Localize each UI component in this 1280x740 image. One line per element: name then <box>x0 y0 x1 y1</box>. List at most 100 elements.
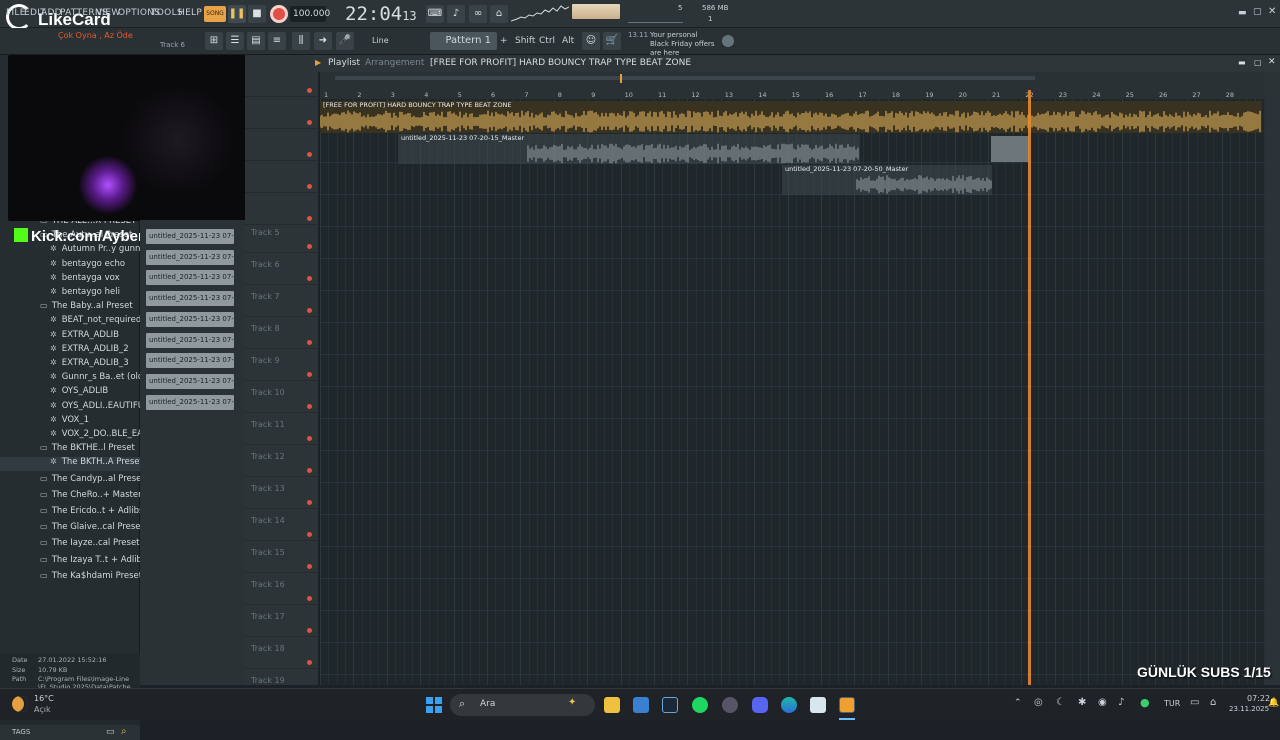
track-header[interactable]: Track 8 <box>245 317 318 349</box>
browser-preset[interactable]: ✲ bentayga vox <box>0 273 140 287</box>
menu-add[interactable]: ADD <box>41 8 62 18</box>
clip-source-item[interactable]: untitled_2025-11-23 07-... <box>146 311 234 327</box>
browser-preset[interactable]: ✲ VOX_1 <box>0 415 140 429</box>
track-mute-led-icon[interactable] <box>307 308 312 313</box>
browser-preset[interactable]: ✲ EXTRA_ADLIB_2 <box>0 344 140 358</box>
mixer-icon[interactable]: ⫼ <box>292 32 310 50</box>
browser-folder[interactable]: ▭ The Candyp..al Preset <box>0 474 140 488</box>
notepad-icon[interactable] <box>810 697 826 713</box>
ctrl-button[interactable]: Ctrl <box>539 36 555 46</box>
track-mute-led-icon[interactable] <box>307 660 312 665</box>
clip-source-item[interactable]: untitled_2025-11-23 07-... <box>146 394 234 410</box>
loop-record-icon[interactable]: ∞ <box>469 5 487 23</box>
audio-clip-fragment[interactable] <box>991 136 1029 162</box>
clip-source-item[interactable]: untitled_2025-11-23 07-... <box>146 291 234 307</box>
windows-start-icon[interactable] <box>426 697 442 713</box>
track-mute-led-icon[interactable] <box>307 88 312 93</box>
weather-desc[interactable]: Açık <box>34 705 51 714</box>
clip-source-item[interactable]: untitled_2025-11-23 07-... <box>146 373 234 389</box>
pl-maximize-icon[interactable]: ▢ <box>1254 58 1262 67</box>
stop-button[interactable]: ■ <box>248 5 266 23</box>
clip-source-item[interactable]: untitled_2025-11-23 07-... <box>146 353 234 369</box>
display-icon[interactable]: ▭ <box>1190 697 1199 708</box>
language-indicator[interactable]: TUR <box>1164 699 1180 708</box>
tray-app-icon[interactable]: ✱ <box>1078 697 1086 708</box>
track-header[interactable] <box>245 129 318 161</box>
track-header[interactable]: Track 15 <box>245 541 318 573</box>
tray-clock-time[interactable]: 07:22 <box>1247 694 1270 703</box>
steam-tray-icon[interactable]: ◉ <box>1098 697 1107 708</box>
track-header[interactable] <box>245 97 318 129</box>
browser-folder[interactable]: ▭ The Glaive..cal Preset <box>0 522 140 536</box>
track-header[interactable] <box>245 161 318 193</box>
track-mute-led-icon[interactable] <box>307 120 312 125</box>
track-mute-led-icon[interactable] <box>307 184 312 189</box>
clip-source-item[interactable]: untitled_2025-11-23 07-... <box>146 249 234 265</box>
browser-folder[interactable]: ▭ The Iayze..cal Preset <box>0 538 140 552</box>
overview-strip[interactable] <box>335 76 1035 80</box>
browser-preset[interactable]: ✲ Autumn Pr..y gunnr) <box>0 244 140 258</box>
search-icon[interactable]: ⌕ <box>121 726 127 737</box>
maximize-icon[interactable]: ▢ <box>1253 7 1262 17</box>
track-mute-led-icon[interactable] <box>307 340 312 345</box>
add-pattern-icon[interactable]: + <box>500 36 508 46</box>
snap-icon[interactable]: ⊞ <box>205 32 223 50</box>
project-name[interactable]: [FREE FOR PROFIT] HARD BOUNCY TRAP TYPE … <box>430 58 691 68</box>
track-header[interactable]: Track 7 <box>245 285 318 317</box>
audio-clip-main[interactable]: [FREE FOR PROFIT] HARD BOUNCY TRAP TYPE … <box>320 101 1262 133</box>
channel-rack-icon[interactable]: ≡ <box>268 32 286 50</box>
typing-keyboard-icon[interactable]: ⌨ <box>426 5 444 23</box>
microphone-icon[interactable]: 🎤 <box>336 32 354 50</box>
smile-icon[interactable]: ☺ <box>582 32 600 50</box>
track-mute-led-icon[interactable] <box>307 628 312 633</box>
step-edit-icon[interactable]: ♪ <box>447 5 465 23</box>
pause-button[interactable]: ❚❚ <box>228 5 246 23</box>
tray-app-icon[interactable]: ☾ <box>1056 697 1065 708</box>
audio-clip-recording-1[interactable]: untitled_2025-11-23 07-20-15_Master <box>398 134 860 164</box>
track-header[interactable]: Track 5 <box>245 221 318 253</box>
file-explorer-icon[interactable] <box>604 697 620 713</box>
browser-preset[interactable]: ✲ The BKTH..A Preset <box>0 457 140 472</box>
discord-icon[interactable] <box>752 697 768 713</box>
vertical-scrollbar[interactable] <box>1265 72 1280 685</box>
volume-icon[interactable]: ♪ <box>1118 697 1124 708</box>
track-mute-led-icon[interactable] <box>307 152 312 157</box>
pl-minimize-icon[interactable]: ▬ <box>1238 58 1246 67</box>
song-mode-toggle[interactable]: SONG <box>204 6 226 22</box>
pattern-select[interactable]: Pattern 1 <box>430 32 497 50</box>
track-header[interactable]: Track 13 <box>245 477 318 509</box>
edge-icon[interactable] <box>781 697 797 713</box>
track-header[interactable]: Track 16 <box>245 573 318 605</box>
browser-preset[interactable]: ✲ BEAT_not_required <box>0 315 140 329</box>
browser-folder[interactable]: ▭ The CheRo..+ Master <box>0 490 140 504</box>
arrow-right-icon[interactable]: ➜ <box>314 32 332 50</box>
notification-bell-icon[interactable]: 🔔 <box>1268 698 1279 708</box>
taskbar-search[interactable]: ⌕ Ara ✦ <box>450 694 595 716</box>
track-mute-led-icon[interactable] <box>307 564 312 569</box>
minimize-icon[interactable]: ▬ <box>1238 8 1247 18</box>
timeline-ruler[interactable]: 1234567891011121314151617181920212223242… <box>320 72 1265 99</box>
news-text[interactable]: Your personal Black Friday offers are he… <box>650 31 718 58</box>
track-mute-led-icon[interactable] <box>307 500 312 505</box>
clip-source-item[interactable]: untitled_2025-11-23 07-... <box>146 332 234 348</box>
browser-preset[interactable]: ✲ EXTRA_ADLIB_3 <box>0 358 140 372</box>
playlist-grid[interactable]: [FREE FOR PROFIT] HARD BOUNCY TRAP TYPE … <box>320 99 1265 685</box>
clip-source-item[interactable]: untitled_2025-11-23 07-... <box>146 270 234 286</box>
weather-moon-icon[interactable] <box>12 696 28 712</box>
track-mute-led-icon[interactable] <box>307 404 312 409</box>
alt-button[interactable]: Alt <box>562 36 574 46</box>
track-mute-led-icon[interactable] <box>307 244 312 249</box>
track-mute-led-icon[interactable] <box>307 372 312 377</box>
browser-preset[interactable]: ✲ bentaygo echo <box>0 259 140 273</box>
playlist-icon[interactable]: ☰ <box>226 32 244 50</box>
track-header[interactable] <box>245 65 318 97</box>
track-header[interactable]: Track 18 <box>245 637 318 669</box>
browser-preset[interactable]: ✲ Gunnr_s Ba..et (old) <box>0 372 140 386</box>
record-button[interactable] <box>270 5 288 23</box>
browser-preset[interactable]: ✲ VOX_2_DO..BLE_EAR <box>0 429 140 443</box>
piano-roll-icon[interactable]: ▤ <box>247 32 265 50</box>
tray-clock-date[interactable]: 23.11.2025 <box>1229 705 1269 713</box>
clip-source-item[interactable]: untitled_2025-11-23 07-... <box>146 229 234 244</box>
browser-preset[interactable]: ✲ EXTRA_ADLIB <box>0 330 140 344</box>
track-mute-led-icon[interactable] <box>307 436 312 441</box>
